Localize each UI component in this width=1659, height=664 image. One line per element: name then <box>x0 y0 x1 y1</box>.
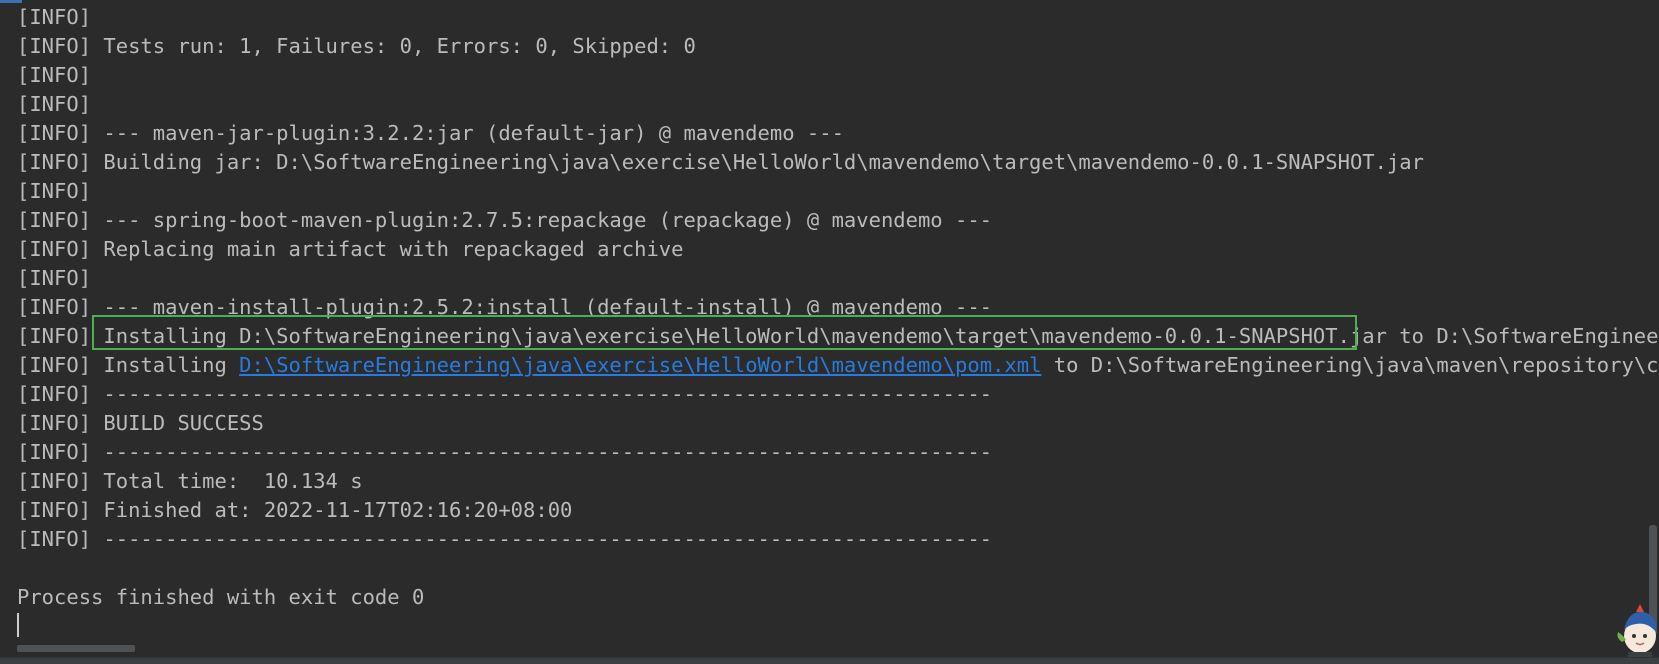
console-text: [INFO] <box>17 92 92 116</box>
console-line: [INFO] Building jar: D:\SoftwareEngineer… <box>17 148 1659 177</box>
console-text: [INFO] Tests run: 1, Failures: 0, Errors… <box>17 34 696 58</box>
console-text: [INFO] <box>17 63 92 87</box>
console-text: [INFO] <box>17 5 92 29</box>
console-line: [INFO] Total time: 10.134 s <box>17 467 1659 496</box>
console-text: [INFO] --- maven-install-plugin:2.5.2:in… <box>17 295 993 319</box>
run-console[interactable]: [INFO] [INFO] Tests run: 1, Failures: 0, … <box>0 0 1659 664</box>
console-line: [INFO] ---------------------------------… <box>17 380 1659 409</box>
console-line: [INFO] --- spring-boot-maven-plugin:2.7.… <box>17 206 1659 235</box>
anime-mascot-icon <box>1617 604 1657 664</box>
console-line: [INFO] Tests run: 1, Failures: 0, Errors… <box>17 32 1659 61</box>
console-line: [INFO] ---------------------------------… <box>17 438 1659 467</box>
console-line: [INFO] Replacing main artifact with repa… <box>17 235 1659 264</box>
console-line: [INFO] <box>17 264 1659 293</box>
console-output[interactable]: [INFO] [INFO] Tests run: 1, Failures: 0, … <box>17 3 1659 612</box>
status-bar <box>0 657 1659 664</box>
console-text: [INFO] Total time: 10.134 s <box>17 469 363 493</box>
console-line: [INFO] <box>17 90 1659 119</box>
console-text: [INFO] BUILD SUCCESS <box>17 411 264 435</box>
console-line: [INFO] --- maven-install-plugin:2.5.2:in… <box>17 293 1659 322</box>
console-line: [INFO] <box>17 177 1659 206</box>
console-line: [INFO] --- maven-jar-plugin:3.2.2:jar (d… <box>17 119 1659 148</box>
console-line: [INFO] ---------------------------------… <box>17 525 1659 554</box>
console-line: [INFO] Installing D:\SoftwareEngineering… <box>17 322 1659 351</box>
pom-file-link[interactable]: D:\SoftwareEngineering\java\exercise\Hel… <box>239 353 1041 377</box>
console-text: [INFO] --- maven-jar-plugin:3.2.2:jar (d… <box>17 121 844 145</box>
console-text: [INFO] Replacing main artifact with repa… <box>17 237 684 261</box>
console-text: [INFO] Finished at: 2022-11-17T02:16:20+… <box>17 498 573 522</box>
console-text: [INFO] ---------------------------------… <box>17 440 993 464</box>
horizontal-scrollbar[interactable] <box>17 645 135 652</box>
console-text: Process finished with exit code 0 <box>17 585 425 609</box>
console-line: [INFO] <box>17 61 1659 90</box>
console-text: [INFO] Installing <box>17 353 240 377</box>
console-line: [INFO] Installing D:\SoftwareEngineering… <box>17 351 1659 380</box>
console-text: [INFO] Building jar: D:\SoftwareEngineer… <box>17 150 1424 174</box>
console-text: to D:\SoftwareEngineering\java\maven\rep… <box>1041 353 1659 377</box>
console-text: [INFO] <box>17 179 92 203</box>
console-line: [INFO] <box>17 3 1659 32</box>
console-text: [INFO] <box>17 266 92 290</box>
console-text: [INFO] --- spring-boot-maven-plugin:2.7.… <box>17 208 993 232</box>
console-line: [INFO] Finished at: 2022-11-17T02:16:20+… <box>17 496 1659 525</box>
console-text: [INFO] ---------------------------------… <box>17 527 993 551</box>
console-line: Process finished with exit code 0 <box>17 583 1659 612</box>
text-caret <box>17 613 19 637</box>
console-text: [INFO] ---------------------------------… <box>17 382 993 406</box>
console-line: [INFO] BUILD SUCCESS <box>17 409 1659 438</box>
console-text: [INFO] Installing D:\SoftwareEngineering… <box>17 324 1659 348</box>
